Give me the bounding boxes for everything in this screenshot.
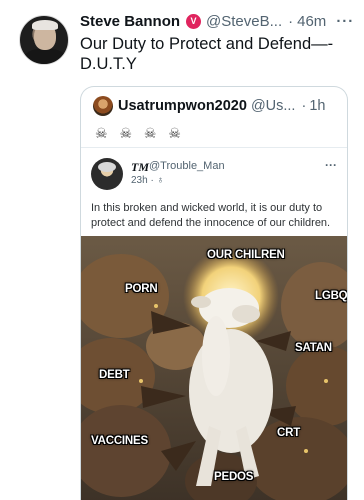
meme-label-crt: CRT: [277, 427, 301, 439]
separator-dot: ·: [301, 98, 307, 114]
meme-image[interactable]: OUR CHILREN PORN LGBQ SATAN DEBT CRT VAC…: [81, 236, 347, 500]
meme-label-lgbq: LGBQ: [315, 290, 347, 302]
separator-dot: ·: [288, 12, 294, 30]
quoted-author-name: Usatrumpwon2020: [118, 98, 247, 114]
quoted-tweet-header: Usatrumpwon2020 @Us... · 1h: [93, 95, 343, 117]
meme-label-debt: DEBT: [99, 369, 130, 381]
meme-label-vaccines: VACCINES: [91, 435, 148, 447]
nested-author-avatar: [91, 158, 123, 190]
tweet-text: Our Duty to Protect and Defend—- D.U.T.Y: [80, 35, 334, 73]
tweet-timestamp[interactable]: 46m: [297, 13, 326, 30]
meme-label-porn: PORN: [125, 283, 158, 295]
author-handle[interactable]: @SteveB...: [206, 13, 282, 30]
quoted-author-handle: @Us...: [250, 98, 296, 114]
nested-tweet-text: In this broken and wicked world, it is o…: [91, 202, 331, 229]
quoted-author-avatar: [93, 96, 113, 116]
tweet-header: Steve Bannon V @SteveB... · 46m ···: [80, 10, 360, 32]
meme-label-pedos: PEDOS: [214, 471, 254, 483]
nested-quoted-tweet[interactable]: TM @Trouble_Man 23h · ♁ ··· In this brok…: [81, 147, 347, 500]
meme-label-satan: SATAN: [295, 342, 332, 354]
nested-author-handle: @Trouble_Man: [149, 160, 225, 172]
nested-author-name: TM: [131, 160, 149, 174]
author-avatar[interactable]: [19, 15, 69, 65]
nested-tweet-timestamp: 23h · ♁: [131, 175, 165, 186]
tweet[interactable]: Steve Bannon V @SteveB... · 46m ··· Our …: [0, 0, 364, 500]
author-name[interactable]: Steve Bannon: [80, 13, 180, 30]
verified-badge-icon: V: [186, 13, 202, 29]
more-options-icon: ···: [325, 158, 337, 172]
wolves-lamb-illustration: [81, 236, 347, 500]
quoted-tweet[interactable]: Usatrumpwon2020 @Us... · 1h ☠ ☠ ☠ ☠ TM @…: [80, 86, 348, 500]
quoted-tweet-timestamp: 1h: [309, 98, 326, 114]
meme-label-children: OUR CHILREN: [207, 249, 285, 261]
more-options-icon[interactable]: ···: [336, 13, 354, 30]
skull-crossbones-emojis: ☠ ☠ ☠ ☠: [95, 125, 185, 141]
